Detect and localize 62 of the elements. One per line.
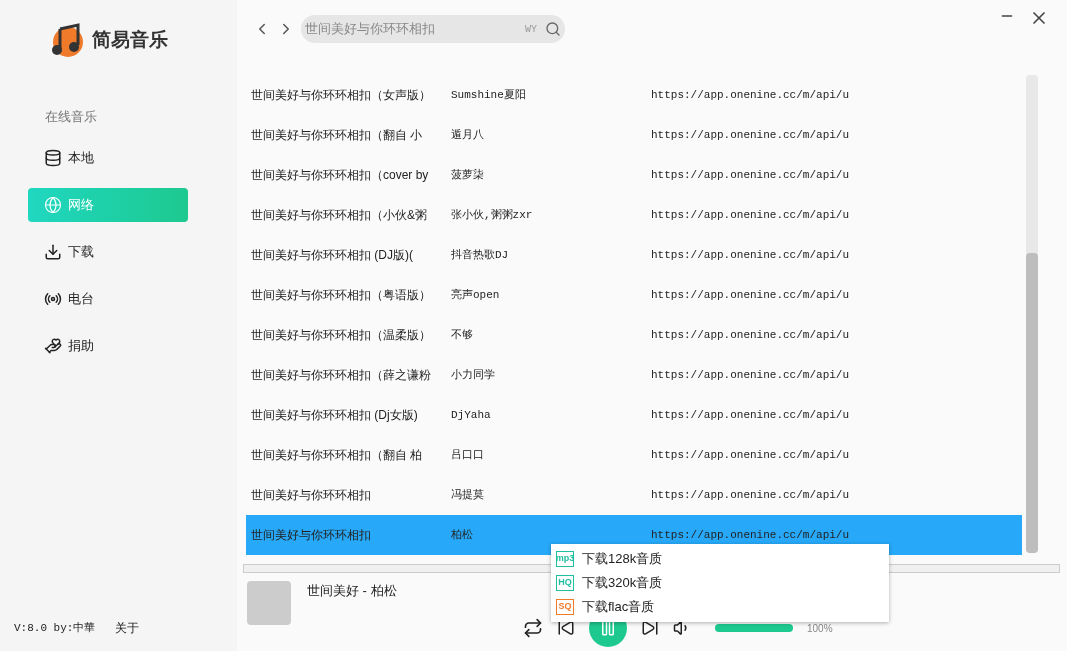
song-row[interactable]: 世间美好与你环环相扣（女声版） Sumshine夏阳 https://app.onenine.cc/m/api/u [246, 75, 1022, 115]
app-name: 简易音乐 [92, 27, 168, 52]
song-url: https://app.onenine.cc/m/api/u [650, 287, 850, 303]
menu-item[interactable]: SQ 下载flac音质 [551, 595, 889, 619]
sidebar-item[interactable]: 电台 [28, 281, 188, 316]
sidebar-item[interactable]: 捐助 [28, 328, 188, 363]
song-row[interactable]: 世间美好与你环环相扣 (Dj女版) DjYaha https://app.onenine.cc/m/api/u [246, 395, 1022, 435]
song-title: 世间美好与你环环相扣 [250, 527, 372, 544]
song-url: https://app.onenine.cc/m/api/u [650, 127, 850, 143]
artist-name: 冯提莫 [450, 487, 485, 503]
menu-item[interactable]: HQ 下载320k音质 [551, 571, 889, 595]
artist-name: DjYaha [450, 407, 492, 423]
source-label: WY [525, 22, 537, 37]
artist-name: 菠萝柒 [450, 167, 485, 183]
song-url: https://app.onenine.cc/m/api/u [650, 327, 850, 343]
song-url: https://app.onenine.cc/m/api/u [650, 207, 850, 223]
song-title: 世间美好与你环环相扣 (DJ版)( [250, 247, 414, 264]
artist-name: 不够 [450, 327, 474, 343]
artist-name: 柏松 [450, 527, 474, 543]
song-title: 世间美好与你环环相扣（女声版） [250, 87, 432, 104]
song-title: 世间美好与你环环相扣（小伙&粥 [250, 207, 428, 224]
artist-name: 吕口口 [450, 447, 485, 463]
song-title: 世间美好与你环环相扣 [250, 487, 372, 504]
song-url: https://app.onenine.cc/m/api/u [650, 167, 850, 183]
quality-badge: SQ [556, 599, 574, 615]
song-title: 世间美好与你环环相扣（cover by [250, 167, 430, 184]
quality-badge: HQ [556, 575, 574, 591]
song-title: 世间美好与你环环相扣（翻自 小 [250, 127, 424, 144]
song-url: https://app.onenine.cc/m/api/u [650, 367, 850, 383]
song-title: 世间美好与你环环相扣 (Dj女版) [250, 407, 419, 424]
song-row[interactable]: 世间美好与你环环相扣 (DJ版)( 抖音热歌DJ https://app.onenine.cc/m/api/u [246, 235, 1022, 275]
now-playing-title: 世间美好 - 柏松 [307, 582, 398, 600]
song-title: 世间美好与你环环相扣（翻自 柏 [250, 447, 424, 464]
section-heading: 在线音乐 [45, 108, 98, 126]
song-row[interactable]: 世间美好与你环环相扣（小伙&粥 张小伙,粥粥zxr https://app.onenine.cc/m/api/u [246, 195, 1022, 235]
song-title: 世间美好与你环环相扣（薛之谦粉 [250, 367, 432, 384]
song-url: https://app.onenine.cc/m/api/u [650, 527, 850, 543]
sidebar-item[interactable]: 本地 [28, 140, 188, 175]
artist-name: 遁月八 [450, 127, 485, 143]
song-title: 世间美好与你环环相扣（温柔版） [250, 327, 432, 344]
version-text: V:8.0 by:中華 [14, 620, 96, 636]
about-link[interactable]: 关于 [115, 619, 140, 637]
song-url: https://app.onenine.cc/m/api/u [650, 447, 850, 463]
song-row[interactable]: 世间美好与你环环相扣（粤语版） 亮声open https://app.onenine.cc/m/api/u [246, 275, 1022, 315]
artist-name: 亮声open [450, 287, 501, 303]
artist-name: 抖音热歌DJ [450, 247, 510, 263]
song-url: https://app.onenine.cc/m/api/u [650, 407, 850, 423]
artist-name: Sumshine夏阳 [450, 87, 527, 103]
volume-reading: 100% [807, 621, 833, 636]
artist-name: 张小伙,粥粥zxr [450, 207, 534, 223]
artist-name: 小力同学 [450, 367, 496, 383]
song-url: https://app.onenine.cc/m/api/u [650, 247, 850, 263]
sidebar-item[interactable]: 下载 [28, 234, 188, 269]
song-row[interactable]: 世间美好与你环环相扣（翻自 小 遁月八 https://app.onenine.cc/m/api/u [246, 115, 1022, 155]
song-row[interactable]: 世间美好与你环环相扣（翻自 柏 吕口口 https://app.onenine.cc/m/api/u [246, 435, 1022, 475]
song-row[interactable]: 世间美好与你环环相扣（cover by 菠萝柒 https://app.onenine.cc/m/api/u [246, 155, 1022, 195]
song-url: https://app.onenine.cc/m/api/u [650, 87, 850, 103]
song-row[interactable]: 世间美好与你环环相扣（温柔版） 不够 https://app.onenine.cc/m/api/u [246, 315, 1022, 355]
song-row[interactable]: 世间美好与你环环相扣 冯提莫 https://app.onenine.cc/m/api/u [246, 475, 1022, 515]
song-title: 世间美好与你环环相扣（粤语版） [250, 287, 432, 304]
song-url: https://app.onenine.cc/m/api/u [650, 487, 850, 503]
song-row[interactable]: 世间美好与你环环相扣（薛之谦粉 小力同学 https://app.onenine.cc/m/api/u [246, 355, 1022, 395]
